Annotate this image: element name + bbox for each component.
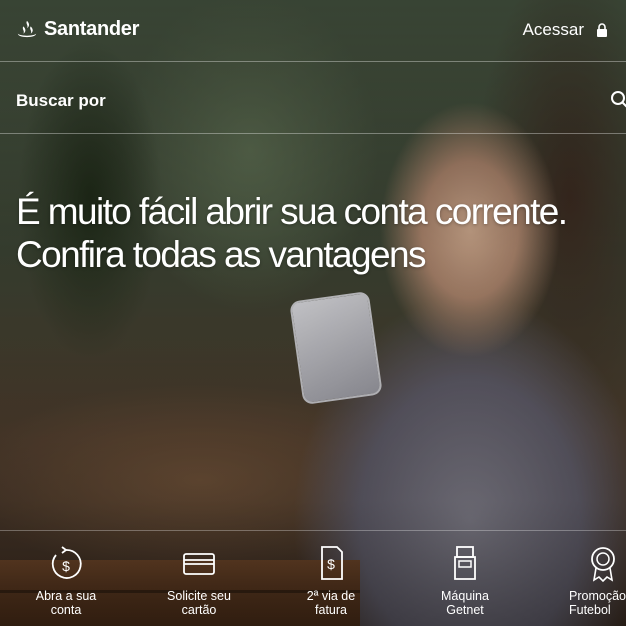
- svg-text:$: $: [327, 556, 335, 572]
- quick-link-label-4b: Getnet: [446, 603, 484, 617]
- invoice-icon: $: [321, 546, 343, 580]
- hero-headline: É muito fácil abrir sua conta corrente. …: [16, 190, 568, 276]
- quick-link-label-2b: cartão: [181, 603, 217, 617]
- lock-icon: [597, 23, 607, 37]
- quick-link-label-3b: fatura: [315, 603, 347, 617]
- brand-name: Santander: [44, 18, 140, 40]
- quick-link-request-card[interactable]: Solicite seu cartão: [144, 545, 254, 617]
- hero-headline-line2: Confira todas as vantagens: [16, 234, 426, 275]
- quick-link-invoice-copy[interactable]: $ 2ª via de fatura: [276, 545, 386, 617]
- search-icon[interactable]: [610, 90, 626, 110]
- hero-headline-line1: É muito fácil abrir sua conta corrente.: [16, 191, 568, 232]
- quick-links-bar: $ Abra a sua conta Solicite seu cartão $…: [0, 530, 626, 626]
- card-machine-icon: [454, 546, 476, 580]
- quick-link-football-promo[interactable]: Promoção Futebol: [543, 545, 626, 617]
- quick-link-open-account[interactable]: $ Abra a sua conta: [11, 545, 121, 617]
- site-header: Santander Acessar: [0, 0, 626, 62]
- santander-flame-icon: [17, 20, 37, 37]
- search-bar[interactable]: Buscar por: [0, 62, 626, 134]
- award-medal-icon: [591, 547, 615, 583]
- quick-link-label-4a: Máquina: [441, 589, 489, 603]
- card-icon: [183, 553, 215, 575]
- dollar-refresh-icon: $: [51, 546, 82, 579]
- quick-link-getnet-machine[interactable]: Máquina Getnet: [410, 545, 520, 617]
- quick-link-label-1a: Abra a sua: [35, 589, 97, 603]
- quick-link-label-2a: Solicite seu: [167, 589, 231, 603]
- svg-text:$: $: [62, 558, 70, 574]
- quick-link-label-1b: conta: [50, 603, 82, 617]
- quick-link-label-5b: Futebol: [569, 603, 611, 617]
- santander-logo[interactable]: Santander: [16, 18, 139, 41]
- search-label: Buscar por: [16, 91, 106, 110]
- login-label: Acessar: [522, 20, 584, 39]
- quick-link-label-3a: 2ª via de: [306, 589, 356, 603]
- login-button[interactable]: Acessar: [523, 20, 608, 40]
- quick-link-label-5a: Promoção: [569, 589, 626, 603]
